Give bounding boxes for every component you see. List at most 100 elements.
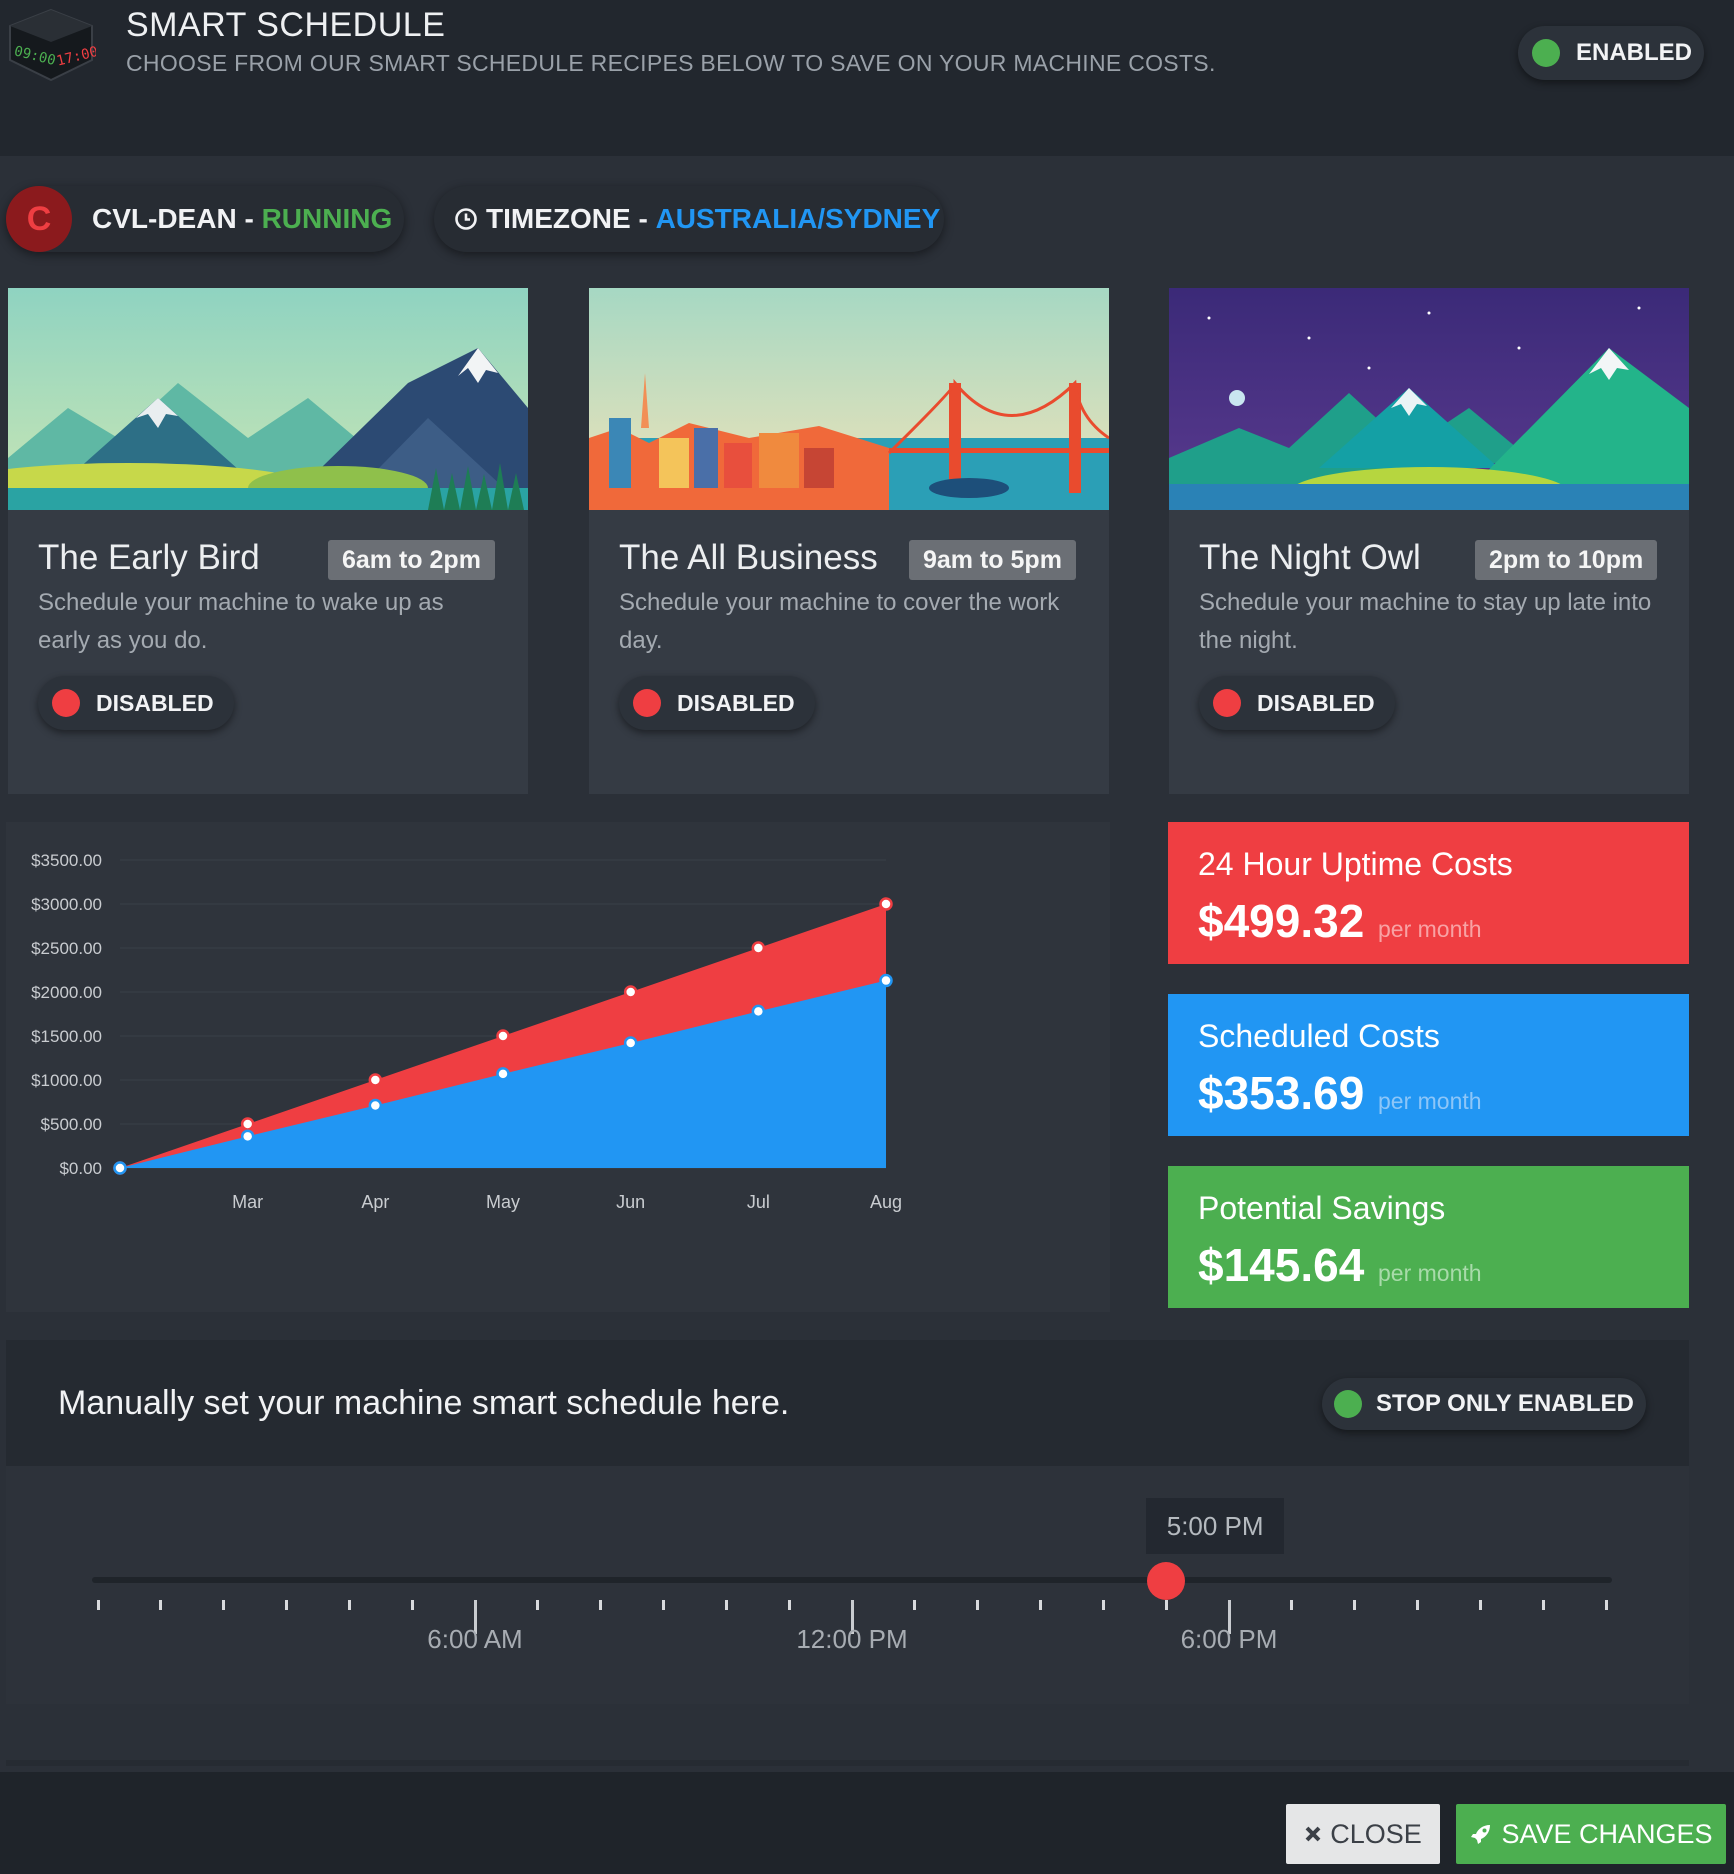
scheduled-cost-tile: Scheduled Costs $353.69 per month — [1168, 994, 1689, 1136]
status-dot-icon — [1334, 1390, 1362, 1418]
recipe-card-all-business[interactable]: The All Business 9am to 5pm Schedule you… — [589, 288, 1109, 794]
data-point — [368, 1098, 383, 1113]
slider-tick — [410, 1600, 414, 1610]
cost-value: $499.32 — [1198, 895, 1365, 947]
recipe-status-label: DISABLED — [96, 689, 214, 716]
x-tick-label: Jul — [747, 1192, 770, 1212]
y-tick-label: $2500.00 — [31, 939, 102, 958]
slider-tick — [1290, 1600, 1294, 1610]
slider-value-tooltip: 5:00 PM — [1146, 1498, 1285, 1554]
recipe-card-early-bird[interactable]: The Early Bird 6am to 2pm Schedule your … — [8, 288, 528, 794]
schedule-enabled-toggle[interactable]: ENABLED — [1518, 26, 1704, 80]
recipe-status-label: DISABLED — [677, 689, 795, 716]
data-point — [751, 941, 766, 955]
footer: CLOSE SAVE CHANGES — [0, 1772, 1734, 1874]
timezone-chip: TIMEZONE - AUSTRALIA/SYDNEY — [434, 186, 944, 252]
header: 09:00 17:00 SMART SCHEDULE CHOOSE FROM O… — [0, 0, 1734, 156]
cost-chart-panel: $0.00 $500.00 $1000.00 $1500.00 $2000.00 $250… — [6, 822, 1110, 1312]
x-tick-label: Jun — [616, 1192, 645, 1212]
time-slider[interactable]: 6:00 AM 12:00 PM 6:00 PM 5:00 PM — [6, 1466, 1689, 1704]
cost-label: 24 Hour Uptime Costs — [1198, 846, 1513, 882]
slider-tick — [1039, 1600, 1042, 1610]
stop-only-toggle[interactable]: STOP ONLY ENABLED — [1322, 1378, 1646, 1430]
timezone-separator: - — [630, 203, 656, 234]
recipe-toggle[interactable]: DISABLED — [1199, 676, 1395, 730]
city-bridge-illustration — [589, 288, 1109, 510]
recipe-title: The Night Owl — [1199, 538, 1421, 577]
y-tick-label: $3000.00 — [31, 895, 102, 914]
schedule-clock-logo: 09:00 17:00 — [9, 8, 96, 82]
rocket-icon — [1469, 1822, 1493, 1846]
uptime-cost-tile: 24 Hour Uptime Costs $499.32 per month — [1168, 822, 1689, 964]
data-point — [879, 897, 893, 911]
slider-tick — [222, 1600, 226, 1610]
recipe-card-night-owl[interactable]: The Night Owl 2pm to 10pm Schedule your … — [1169, 288, 1689, 794]
spacer — [6, 1704, 1689, 1764]
data-point — [240, 1129, 255, 1144]
slider-label: 6:00 AM — [427, 1624, 523, 1654]
data-point — [496, 1029, 510, 1043]
page-title: SMART SCHEDULE — [126, 6, 446, 44]
cost-label: Potential Savings — [1198, 1190, 1446, 1226]
cost-unit: per month — [1378, 1260, 1482, 1286]
timezone-value: AUSTRALIA/SYDNEY — [655, 203, 941, 234]
cost-unit: per month — [1378, 1088, 1482, 1114]
recipe-time-badge: 2pm to 10pm — [1475, 540, 1658, 580]
close-button[interactable]: CLOSE — [1286, 1804, 1440, 1864]
slider-track[interactable] — [92, 1577, 1612, 1583]
recipe-description: Schedule your machine to wake up as earl… — [38, 589, 444, 654]
recipe-time-badge: 6am to 2pm — [328, 540, 495, 580]
slider-tick — [1541, 1600, 1545, 1610]
slider-label: 12:00 PM — [796, 1624, 908, 1654]
status-dot-icon — [52, 689, 80, 717]
machine-name: CVL-DEAN — [92, 203, 237, 234]
slider-tick — [1416, 1600, 1419, 1610]
manual-schedule-title: Manually set your machine smart schedule… — [58, 1384, 790, 1422]
slider-tick — [1353, 1600, 1357, 1610]
slider-tick — [724, 1600, 728, 1610]
x-tick-label: May — [486, 1192, 520, 1212]
cost-value: $353.69 — [1198, 1067, 1365, 1119]
slider-tick — [1604, 1600, 1608, 1610]
recipe-time-badge: 9am to 5pm — [909, 540, 1076, 580]
data-point — [368, 1073, 383, 1087]
save-label: SAVE CHANGES — [1501, 1818, 1713, 1849]
slider-tick — [96, 1600, 100, 1610]
page-subtitle: CHOOSE FROM OUR SMART SCHEDULE RECIPES B… — [126, 50, 1216, 76]
y-tick-label: $3500.00 — [31, 851, 102, 870]
slider-tick — [976, 1600, 980, 1610]
recipe-title: The Early Bird — [38, 538, 260, 577]
data-point — [496, 1067, 510, 1081]
machine-status-chip: C CVL-DEAN - RUNNING — [6, 186, 404, 252]
y-tick-label: $1000.00 — [31, 1071, 102, 1090]
slider-label: 6:00 PM — [1180, 1624, 1278, 1654]
x-tick-label: Aug — [870, 1192, 902, 1212]
slider-tick — [599, 1600, 603, 1610]
close-icon — [1304, 1825, 1322, 1843]
machine-separator: - — [236, 203, 262, 234]
recipe-toggle[interactable]: DISABLED — [619, 676, 815, 730]
data-point — [240, 1117, 255, 1131]
y-tick-label: $1500.00 — [31, 1027, 102, 1046]
cost-area-chart: $0.00 $500.00 $1000.00 $1500.00 $2000.00 $250… — [31, 851, 902, 1212]
slider-tick — [347, 1600, 351, 1610]
machine-status: RUNNING — [261, 203, 393, 234]
recipe-toggle[interactable]: DISABLED — [38, 676, 234, 730]
slider-tick — [787, 1600, 791, 1610]
timezone-label: TIMEZONE — [486, 203, 631, 234]
recipe-description: Schedule your machine to stay up late in… — [1199, 589, 1652, 654]
slider-tick — [1478, 1600, 1482, 1610]
save-changes-button[interactable]: SAVE CHANGES — [1456, 1804, 1726, 1864]
recipe-title: The All Business — [619, 538, 878, 577]
slider-tick — [159, 1600, 163, 1610]
y-tick-label: $500.00 — [41, 1115, 102, 1134]
slider-tick — [536, 1600, 540, 1610]
status-dot-icon — [1213, 689, 1241, 717]
slider-handle[interactable] — [1147, 1562, 1186, 1600]
cost-label: Scheduled Costs — [1198, 1018, 1440, 1054]
manual-schedule-header: Manually set your machine smart schedule… — [6, 1340, 1689, 1466]
slider-tick — [1164, 1600, 1168, 1610]
recipe-description: Schedule your machine to cover the work … — [619, 589, 1060, 654]
stop-only-label: STOP ONLY ENABLED — [1376, 1390, 1634, 1417]
cost-value: $145.64 — [1198, 1239, 1365, 1291]
